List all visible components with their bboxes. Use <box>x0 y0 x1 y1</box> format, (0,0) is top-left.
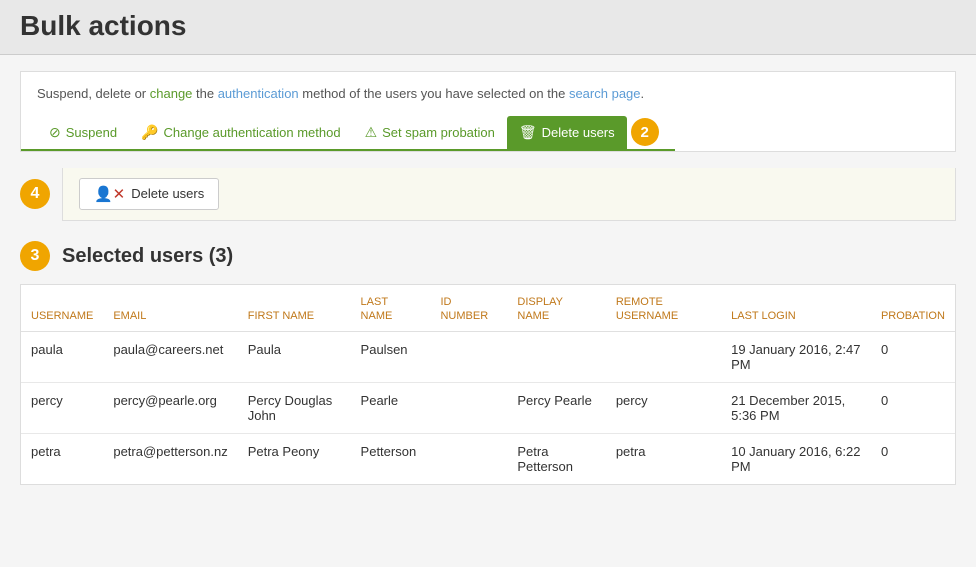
cell-row1-col8: 0 <box>871 383 955 434</box>
user-x-icon: 👤✕ <box>94 185 125 203</box>
tab-delete[interactable]: 🗑 Delete users <box>507 116 627 149</box>
tab-change-auth[interactable]: 🔑 Change authentication method <box>129 116 353 149</box>
col-probation: PROBATION <box>871 285 955 332</box>
cell-row0-col2: Paula <box>238 332 351 383</box>
cell-row2-col0: petra <box>21 434 103 485</box>
selected-title: Selected users (3) <box>62 241 233 272</box>
table-header-row: USERNAME EMAIL FIRST NAME LAST NAME ID N… <box>21 285 955 332</box>
cell-row2-col2: Petra Peony <box>238 434 351 485</box>
cell-row0-col0: paula <box>21 332 103 383</box>
change-auth-icon: 🔑 <box>141 124 158 141</box>
info-text: Suspend, delete or change the authentica… <box>37 84 939 104</box>
spam-icon: ⚠ <box>365 124 378 141</box>
tab-suspend[interactable]: ⊘ Suspend <box>37 116 129 149</box>
cell-row0-col6 <box>606 332 721 383</box>
col-display-name: DISPLAY NAME <box>507 285 605 332</box>
tab-spam[interactable]: ⚠ Set spam probation <box>353 116 507 149</box>
users-table: USERNAME EMAIL FIRST NAME LAST NAME ID N… <box>21 285 955 485</box>
cell-row1-col0: percy <box>21 383 103 434</box>
col-last-login: LAST LOGIN <box>721 285 871 332</box>
page-header: Bulk actions <box>0 0 976 55</box>
cell-row0-col1: paula@careers.net <box>103 332 237 383</box>
tab-badge: 2 <box>631 118 659 146</box>
cell-row1-col2: Percy Douglas John <box>238 383 351 434</box>
cell-row0-col7: 19 January 2016, 2:47 PM <box>721 332 871 383</box>
cell-row0-col5 <box>507 332 605 383</box>
table-row: paulapaula@careers.netPaulaPaulsen 19 Jan… <box>21 332 955 383</box>
cell-row2-col8: 0 <box>871 434 955 485</box>
page-title: Bulk actions <box>20 10 956 42</box>
cell-row2-col7: 10 January 2016, 6:22 PM <box>721 434 871 485</box>
table-row: petrapetra@petterson.nzPetra PeonyPetter… <box>21 434 955 485</box>
users-table-container: USERNAME EMAIL FIRST NAME LAST NAME ID N… <box>20 284 956 486</box>
table-row: percypercy@pearle.orgPercy Douglas JohnP… <box>21 383 955 434</box>
cell-row2-col1: petra@petterson.nz <box>103 434 237 485</box>
action-row: 👤✕ Delete users <box>62 168 956 221</box>
cell-row0-col8: 0 <box>871 332 955 383</box>
cell-row0-col3: Paulsen <box>351 332 431 383</box>
cell-row1-col5: Percy Pearle <box>507 383 605 434</box>
cell-row2-col5: Petra Petterson <box>507 434 605 485</box>
col-first-name: FIRST NAME <box>238 285 351 332</box>
cell-row0-col4 <box>430 332 507 383</box>
delete-users-button[interactable]: 👤✕ Delete users <box>79 178 219 210</box>
col-username: USERNAME <box>21 285 103 332</box>
cell-row1-col1: percy@pearle.org <box>103 383 237 434</box>
cell-row2-col4 <box>430 434 507 485</box>
delete-icon: 🗑 <box>519 124 537 141</box>
cell-row1-col4 <box>430 383 507 434</box>
step-badge-3: 3 <box>20 241 50 271</box>
info-box: Suspend, delete or change the authentica… <box>20 71 956 152</box>
col-email: EMAIL <box>103 285 237 332</box>
step-badge-4: 4 <box>20 179 50 209</box>
selected-section: 3 Selected users (3) <box>20 241 956 272</box>
cell-row1-col6: percy <box>606 383 721 434</box>
cell-row1-col7: 21 December 2015, 5:36 PM <box>721 383 871 434</box>
tabs-bar: ⊘ Suspend 🔑 Change authentication method… <box>21 116 675 151</box>
col-last-name: LAST NAME <box>351 285 431 332</box>
col-remote-username: REMOTE USERNAME <box>606 285 721 332</box>
cell-row2-col6: petra <box>606 434 721 485</box>
col-id-number: ID NUMBER <box>430 285 507 332</box>
suspend-icon: ⊘ <box>49 124 61 141</box>
cell-row1-col3: Pearle <box>351 383 431 434</box>
cell-row2-col3: Petterson <box>351 434 431 485</box>
